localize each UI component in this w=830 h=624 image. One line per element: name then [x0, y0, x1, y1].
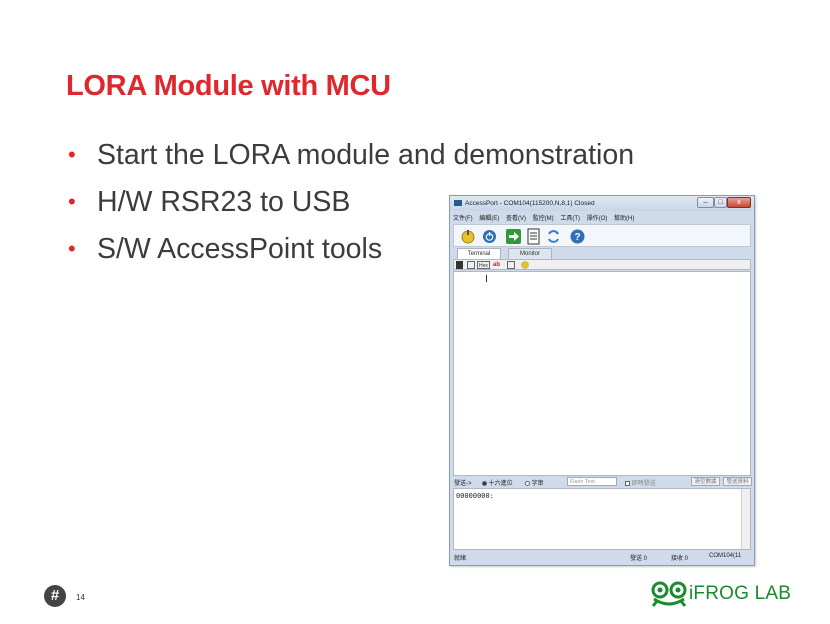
page-number: 14	[76, 593, 85, 602]
status-bar: 就緒 發送 0 接收 0 COM104(11	[453, 551, 751, 563]
send-scrollbar[interactable]	[741, 489, 750, 549]
brand-name: iFROG LAB	[689, 583, 792, 604]
send-input[interactable]: 00000000:	[453, 488, 751, 550]
status-port: COM104(11	[709, 553, 742, 559]
document-icon[interactable]	[525, 228, 542, 245]
clear-data-button[interactable]: 清空數據	[691, 477, 720, 486]
bullet-item: • Start the LORA module and demonstration	[66, 136, 634, 183]
instant-send-label: 即時發送	[631, 481, 656, 487]
menu-file[interactable]: 文件(F)	[453, 216, 473, 222]
terminal-output[interactable]	[453, 271, 751, 476]
send-arrow-icon[interactable]	[505, 228, 522, 245]
accessport-window: AccessPort - COM104(115200,N,8,1) Closed…	[449, 195, 755, 566]
menu-view[interactable]: 查看(V)	[506, 216, 526, 222]
app-icon	[454, 200, 462, 206]
send-options-bar: 發送-> 十六進位 字串 Flash Text 即時發送 清空數據 發送資料	[453, 477, 752, 488]
bullet-text: H/W RSR23 to USB	[97, 186, 351, 218]
menu-help[interactable]: 幫助(H)	[614, 216, 634, 222]
menu-edit[interactable]: 編輯(E)	[479, 216, 499, 222]
bullet-dot: •	[68, 142, 76, 167]
toolbar: ?	[453, 224, 751, 247]
menu-tools[interactable]: 工具(T)	[560, 216, 580, 222]
window-title: AccessPort - COM104(115200,N,8,1) Closed	[465, 200, 595, 207]
flash-text-dropdown[interactable]: Flash Text	[567, 477, 617, 486]
svg-text:?: ?	[574, 232, 580, 243]
bullet-text: S/W AccessPoint tools	[97, 233, 383, 265]
radio-char-dot[interactable]	[525, 480, 530, 486]
window-titlebar[interactable]: AccessPort - COM104(115200,N,8,1) Closed…	[450, 196, 754, 211]
radio-hex[interactable]: 十六進位	[482, 478, 513, 487]
radio-char[interactable]: 字串	[525, 478, 544, 487]
menu-bar: 文件(F) 編輯(E) 查看(V) 監控(M) 工具(T) 操作(O) 幫助(H…	[453, 213, 751, 223]
terminal-toolbar: Hex ab	[453, 259, 751, 270]
instant-send-checkbox[interactable]: 即時發送	[625, 478, 656, 487]
bullet-dot: •	[68, 236, 76, 261]
slide-title: LORA Module with MCU	[66, 70, 391, 102]
ab-mode-button[interactable]: ab	[493, 261, 500, 269]
hex-mode-button[interactable]: Hex	[477, 261, 490, 269]
radio-char-label: 字串	[531, 481, 544, 487]
menu-monitor[interactable]: 監控(M)	[533, 216, 554, 222]
refresh-icon[interactable]	[545, 228, 562, 245]
status-sent: 發送 0	[630, 556, 648, 562]
tab-monitor[interactable]: Monitor	[508, 248, 552, 259]
send-label: 發送->	[454, 481, 472, 487]
save-icon[interactable]	[456, 261, 463, 269]
text-cursor	[486, 275, 487, 282]
send-text: 00000000:	[456, 492, 494, 500]
power-icon[interactable]	[481, 228, 498, 245]
maximize-button[interactable]: □	[714, 197, 727, 208]
text-mode-icon[interactable]	[467, 261, 475, 269]
radio-hex-dot[interactable]	[482, 480, 487, 486]
edit-icon[interactable]	[507, 261, 515, 269]
help-icon[interactable]: ?	[569, 228, 586, 245]
status-received: 接收 0	[671, 556, 689, 562]
close-button[interactable]: x	[727, 197, 751, 208]
menu-operate[interactable]: 操作(O)	[587, 216, 608, 222]
tab-terminal[interactable]: Terminal	[457, 248, 501, 259]
bullet-text: Start the LORA module and demonstration	[97, 139, 635, 171]
status-ready: 就緒	[454, 556, 467, 562]
slide-number-badge: #	[44, 585, 66, 607]
radio-hex-label: 十六進位	[488, 481, 513, 487]
send-data-button[interactable]: 發送資料	[723, 477, 752, 486]
checkbox-box[interactable]	[625, 480, 630, 486]
bullet-dot: •	[68, 189, 76, 214]
lock-icon[interactable]	[521, 261, 529, 269]
minimize-button[interactable]: –	[697, 197, 714, 208]
connect-icon[interactable]	[460, 228, 477, 245]
frog-logo-icon	[651, 581, 687, 607]
